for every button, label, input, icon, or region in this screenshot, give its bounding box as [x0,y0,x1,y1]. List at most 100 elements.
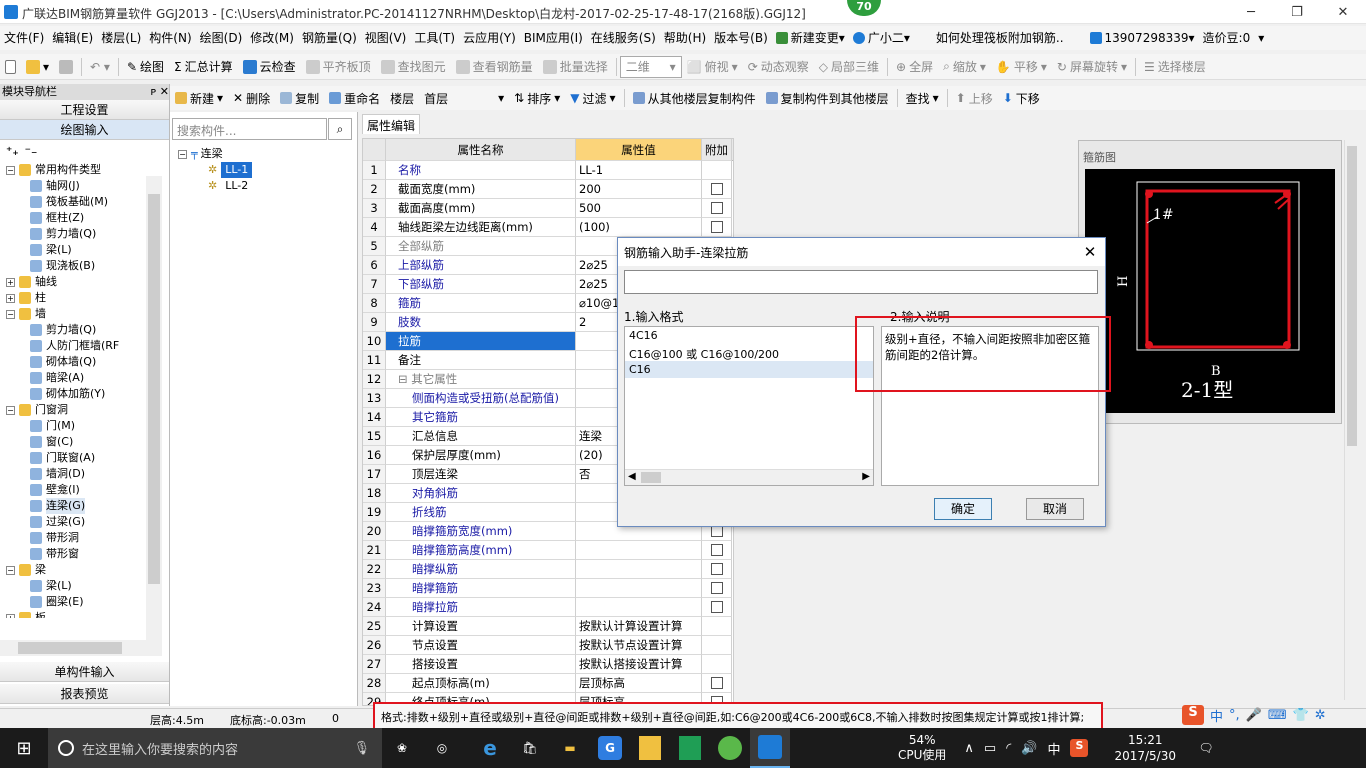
batch-select-button[interactable]: 批量选择 [538,56,613,78]
component-root[interactable]: − ╤ 连梁 [178,146,252,162]
menu-component[interactable]: 构件(N) [145,26,195,50]
property-row[interactable]: 22 暗撑纵筋 [363,560,733,579]
nav-tree-item[interactable]: 圈梁(E) [6,594,147,610]
clock[interactable]: 15:21 2017/5/30 [1114,732,1176,764]
menu-edit[interactable]: 编辑(E) [48,26,97,50]
expand-icon[interactable]: + [6,277,15,287]
menu-version[interactable]: 版本号(B) [710,26,772,50]
format-list-hscroll[interactable]: ◀ ▶ [625,469,873,485]
component-item-ll1[interactable]: ✲ LL-1 [178,162,253,178]
extra-checkbox[interactable] [710,221,723,233]
extra-checkbox[interactable] [710,544,723,556]
local-3d-button[interactable]: ◇ 局部三维 [814,56,884,78]
nav-tree-item[interactable]: 壁龛(I) [6,482,147,498]
glodon-calc-icon[interactable] [630,728,670,768]
menu-assistant[interactable]: 广小二 ▾ [849,26,914,50]
expand-icon[interactable]: + [6,293,15,303]
collapse-all-icon[interactable]: ⁻₋ [25,144,38,158]
property-row[interactable]: 3 截面高度(mm) 500 [363,199,733,218]
property-row[interactable]: 21 暗撑箍筋高度(mm) [363,541,733,560]
property-row[interactable]: 26 节点设置 按默认节点设置计算 [363,636,733,655]
menu-faq-link[interactable]: 如何处理筏板附加钢筋.. [932,26,1068,50]
copy-to-floor-button[interactable]: 复制构件到其他楼层 [761,87,894,109]
edge-browser-icon[interactable]: e [470,728,510,768]
nav-tree-vscroll[interactable] [146,176,162,646]
menu-new-change[interactable]: 新建变更 ▾ [772,26,849,50]
format-item[interactable]: 4C16 [625,327,873,344]
file-explorer-icon[interactable]: ▬ [550,728,590,768]
collapse-icon[interactable]: − [6,405,15,415]
nav-tree-item[interactable]: 带形窗 [6,546,147,562]
green-circle-app-icon[interactable] [710,728,750,768]
extra-checkbox[interactable] [710,582,723,594]
tray-chevron-icon[interactable]: ∧ [964,741,974,756]
floor-select[interactable]: 首层 ▾ [419,87,509,109]
expand-icon[interactable]: + [6,613,15,618]
main-vscroll[interactable] [1344,140,1358,700]
menu-account[interactable]: 13907298339 ▾ [1086,26,1199,50]
orbit-button[interactable]: ⟳ 动态观察 [743,56,814,78]
menu-beans[interactable]: 造价豆:0 [1199,26,1255,50]
microphone-icon[interactable]: 🎙 [353,741,370,756]
collapse-icon[interactable]: − [6,165,15,175]
volume-icon[interactable]: 🔊 [1021,741,1037,756]
property-row[interactable]: 28 起点顶标高(m) 层顶标高 [363,674,733,693]
nav-tree-item[interactable]: − 常用构件类型 [6,162,147,178]
view-rebar-qty-button[interactable]: 查看钢筋量 [451,56,538,78]
store-icon[interactable]: 🛍 [510,728,550,768]
nav-tree-item[interactable]: 剪力墙(Q) [6,226,147,242]
align-slab-top-button[interactable]: 平齐板顶 [301,56,376,78]
copy-from-floor-button[interactable]: 从其他楼层复制构件 [628,87,761,109]
summary-calc-button[interactable]: Σ 汇总计算 [169,56,238,78]
menu-more[interactable]: ▾ [1254,26,1268,50]
dialog-input-field[interactable] [624,270,1098,294]
ime-keyboard-icon[interactable]: ⌨ [1268,708,1287,723]
report-preview-button[interactable]: 报表预览 [0,684,169,704]
nav-tree-item[interactable]: − 梁 [6,562,147,578]
cancel-button[interactable]: 取消 [1026,498,1084,520]
ime-indicator[interactable]: 中 [1047,739,1060,758]
close-button[interactable]: ✕ [1320,0,1366,24]
nav-tree-item[interactable]: 门联窗(A) [6,450,147,466]
nav-tree-item[interactable]: + 板 [6,610,147,618]
nav-tree-item[interactable]: 墙洞(D) [6,466,147,482]
nav-tree-item[interactable]: 框柱(Z) [6,210,147,226]
menu-draw[interactable]: 绘图(D) [196,26,247,50]
menu-view[interactable]: 视图(V) [361,26,411,50]
nav-tree-item[interactable]: 门(M) [6,418,147,434]
action-center-icon[interactable]: 🗨 [1186,728,1226,768]
nav-tree-item[interactable]: 梁(L) [6,578,147,594]
nav-tree-item[interactable]: 剪力墙(Q) [6,322,147,338]
component-search-input[interactable]: 搜索构件... [172,118,327,140]
move-up-button[interactable]: ⬆ 上移 [951,87,998,109]
property-value[interactable]: 500 [576,199,702,218]
nav-tree-item[interactable]: 梁(L) [6,242,147,258]
zoom-button[interactable]: ⌕ 缩放 ▾ [938,56,991,78]
property-row[interactable]: 2 截面宽度(mm) 200 [363,180,733,199]
new-file-button[interactable] [0,56,21,78]
rotate-screen-button[interactable]: ↻ 屏幕旋转 ▾ [1052,56,1132,78]
menu-bim[interactable]: BIM应用(I) [520,26,587,50]
property-value[interactable]: 按默认节点设置计算 [576,636,702,655]
app-swirl-icon[interactable]: ◎ [422,728,462,768]
menu-modify[interactable]: 修改(M) [246,26,298,50]
nav-tree-item[interactable]: 人防门框墙(RF [6,338,147,354]
nav-tree-item[interactable]: 过梁(G) [6,514,147,530]
ggj-active-app-icon[interactable] [750,728,790,768]
ime-chinese-icon[interactable]: 中 [1210,706,1223,725]
property-row[interactable]: 24 暗撑拉筋 [363,598,733,617]
nav-tree-item[interactable]: 暗梁(A) [6,370,147,386]
extra-checkbox[interactable] [710,202,723,214]
find-element-button[interactable]: 查找图元 [376,56,451,78]
nav-tree-item[interactable]: 现浇板(B) [6,258,147,274]
draw-button[interactable]: ✎ 绘图 [122,56,169,78]
start-windows-icon[interactable]: ⊞ [0,728,48,768]
property-row[interactable]: 27 搭接设置 按默认搭接设置计算 [363,655,733,674]
extra-checkbox[interactable] [710,601,723,613]
task-view-icon[interactable]: ❀ [382,728,422,768]
nav-tree-hscroll[interactable] [0,640,162,656]
sort-button[interactable]: ⇅ 排序 ▾ [509,87,565,109]
save-button[interactable] [54,56,78,78]
nav-tree-item[interactable]: + 柱 [6,290,147,306]
property-value[interactable] [576,541,702,560]
